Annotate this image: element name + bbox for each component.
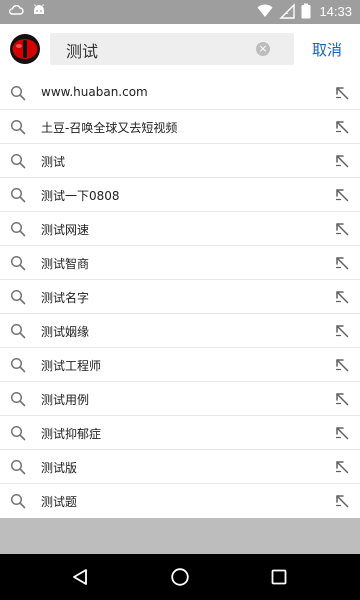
suggestion-item[interactable]: 测试网速: [0, 212, 360, 246]
fill-query-arrow-icon[interactable]: [335, 494, 349, 508]
fill-query-arrow-icon[interactable]: [335, 86, 349, 100]
search-icon: [10, 221, 26, 237]
cancel-button[interactable]: 取消: [312, 39, 342, 60]
status-left-icons: [8, 3, 46, 17]
suggestion-text: 测试版: [41, 461, 78, 475]
search-icon: [10, 119, 26, 135]
suggestion-list: www.huaban.com 土豆-召唤全球又去短视频 测试测试一下0808 测试网速…: [0, 76, 360, 518]
search-icon: [10, 425, 26, 441]
status-time: 14:33: [319, 3, 352, 19]
suggestion-text: 测试用例: [41, 393, 90, 407]
search-header: 测试 × 取消: [0, 24, 360, 74]
suggestion-text: 土豆-召唤全球又去短视频: [41, 121, 178, 135]
suggestion-item[interactable]: 测试抑郁症: [0, 416, 360, 450]
search-input[interactable]: 测试: [66, 38, 98, 62]
suggestion-text: 测试: [41, 155, 66, 169]
app-logo-icon[interactable]: [9, 33, 41, 65]
suggestion-item[interactable]: 测试工程师: [0, 348, 360, 382]
status-right-icons: 14:33: [257, 3, 352, 19]
suggestion-text: 测试名字: [41, 291, 90, 305]
suggestion-text: 测试抑郁症: [41, 427, 102, 441]
wifi-icon: [257, 4, 273, 17]
fill-query-arrow-icon[interactable]: [335, 324, 349, 338]
suggestion-item[interactable]: 测试: [0, 144, 360, 178]
empty-area: [0, 518, 360, 554]
fill-query-arrow-icon[interactable]: [335, 290, 349, 304]
no-sim-icon: [279, 3, 296, 19]
suggestion-item[interactable]: 测试用例: [0, 382, 360, 416]
suggestion-item[interactable]: 测试版: [0, 450, 360, 484]
home-icon[interactable]: [170, 567, 190, 587]
fill-query-arrow-icon[interactable]: [335, 188, 349, 202]
suggestion-item[interactable]: 测试一下0808: [0, 178, 360, 212]
back-icon[interactable]: [71, 568, 89, 586]
suggestion-item[interactable]: 测试名字: [0, 280, 360, 314]
search-icon: [10, 153, 26, 169]
search-icon: [10, 493, 26, 509]
recent-apps-icon[interactable]: [271, 569, 287, 585]
fill-query-arrow-icon[interactable]: [335, 460, 349, 474]
search-icon: [10, 187, 26, 203]
search-icon: [10, 323, 26, 339]
suggestion-text: www.huaban.com: [41, 85, 148, 99]
status-bar: 14:33: [0, 0, 360, 24]
fill-query-arrow-icon[interactable]: [335, 256, 349, 270]
suggestion-text: 测试工程师: [41, 359, 102, 373]
fill-query-arrow-icon[interactable]: [335, 358, 349, 372]
suggestion-item[interactable]: www.huaban.com: [0, 76, 360, 110]
nav-bar: [0, 554, 360, 600]
fill-query-arrow-icon[interactable]: [335, 222, 349, 236]
battery-icon: [301, 3, 311, 19]
fill-query-arrow-icon[interactable]: [335, 426, 349, 440]
search-icon: [10, 85, 26, 101]
suggestion-item[interactable]: 土豆-召唤全球又去短视频: [0, 110, 360, 144]
suggestion-item[interactable]: 测试题: [0, 484, 360, 518]
search-icon: [10, 357, 26, 373]
android-icon: [34, 4, 44, 14]
suggestion-text: 测试题: [41, 495, 78, 509]
cloud-icon: [8, 5, 24, 15]
clear-search-icon[interactable]: ×: [256, 42, 270, 56]
suggestion-text: 测试姻缘: [41, 325, 90, 339]
suggestion-text: 测试网速: [41, 223, 90, 237]
suggestion-item[interactable]: 测试智商: [0, 246, 360, 280]
suggestion-text: 测试一下0808: [41, 189, 120, 203]
search-icon: [10, 459, 26, 475]
fill-query-arrow-icon[interactable]: [335, 120, 349, 134]
fill-query-arrow-icon[interactable]: [335, 392, 349, 406]
search-icon: [10, 391, 26, 407]
search-box[interactable]: 测试 ×: [50, 33, 294, 65]
suggestion-item[interactable]: 测试姻缘: [0, 314, 360, 348]
search-icon: [10, 289, 26, 305]
suggestion-text: 测试智商: [41, 257, 90, 271]
fill-query-arrow-icon[interactable]: [335, 154, 349, 168]
search-icon: [10, 255, 26, 271]
